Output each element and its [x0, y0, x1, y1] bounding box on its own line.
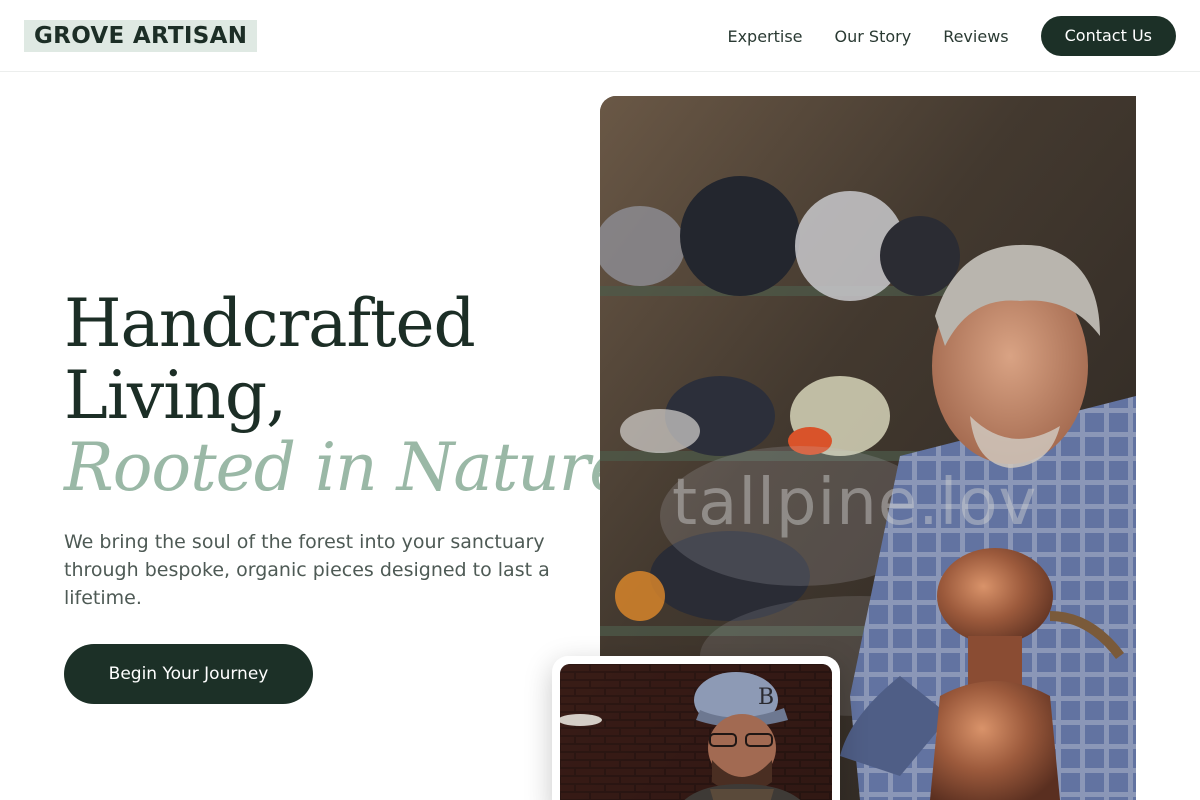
hero-title-line-2: Living,	[64, 357, 287, 434]
main-photo-watermark: tallpine.lov	[672, 466, 1038, 540]
hero-description: We bring the soul of the forest into you…	[64, 531, 550, 609]
inset-photo-card: B	[552, 656, 840, 800]
hero-title: Handcrafted Living, Rooted in Nature.	[64, 285, 648, 506]
nav-link-our-story[interactable]: Our Story	[835, 27, 912, 46]
svg-text:B: B	[758, 685, 774, 710]
hero-title-accent: Rooted in Nature.	[64, 429, 648, 506]
contact-button[interactable]: Contact Us	[1040, 16, 1176, 56]
nav-link-expertise[interactable]: Expertise	[727, 27, 802, 46]
hero-title-line-1: Handcrafted	[64, 285, 476, 362]
woodworker-photo: B	[560, 664, 832, 800]
site-logo[interactable]: GROVE ARTISAN	[24, 20, 258, 52]
site-header: GROVE ARTISAN Expertise Our Story Review…	[0, 0, 1200, 72]
woodworker-illustration: B	[560, 664, 832, 800]
nav-link-reviews[interactable]: Reviews	[943, 27, 1008, 46]
begin-journey-button[interactable]: Begin Your Journey	[64, 644, 313, 704]
main-nav: Expertise Our Story Reviews Contact Us	[727, 0, 1176, 72]
